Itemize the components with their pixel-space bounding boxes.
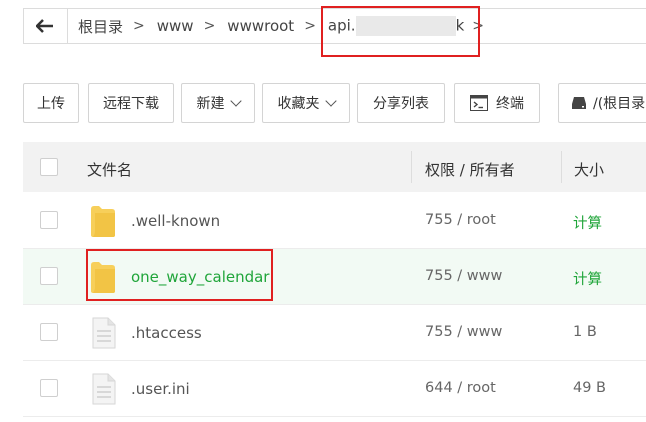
highlight-box: [321, 6, 480, 57]
breadcrumb-item-www[interactable]: www: [157, 17, 194, 35]
file-name[interactable]: .well-known: [131, 212, 220, 230]
file-icon: [92, 317, 116, 349]
chevron-right-icon: >: [133, 18, 145, 34]
arrow-left-icon: [36, 19, 53, 33]
hard-drive-icon: [572, 97, 586, 109]
calculate-size-link[interactable]: 计算: [573, 268, 602, 289]
new-label: 新建: [196, 96, 225, 112]
share-list-label: 分享列表: [373, 96, 429, 112]
permission-owner[interactable]: 755 / root: [425, 212, 496, 228]
column-header-size[interactable]: 大小: [574, 159, 604, 180]
disk-button[interactable]: /(根目录: [558, 83, 646, 123]
column-divider: [411, 151, 412, 183]
row-checkbox[interactable]: [40, 267, 58, 285]
calculate-size-link[interactable]: 计算: [573, 212, 602, 233]
remote-download-button[interactable]: 远程下载: [88, 83, 174, 123]
select-all-checkbox[interactable]: [40, 158, 58, 176]
share-list-button[interactable]: 分享列表: [357, 83, 445, 123]
new-button[interactable]: 新建: [181, 83, 255, 123]
breadcrumb-item-root[interactable]: 根目录: [78, 16, 123, 37]
column-divider: [561, 151, 562, 183]
table-row[interactable]: [23, 361, 646, 417]
column-header-permission[interactable]: 权限 / 所有者: [425, 159, 515, 180]
table-row[interactable]: [23, 193, 646, 249]
favorites-label: 收藏夹: [277, 96, 320, 112]
disk-label: /(根目录: [593, 96, 646, 112]
terminal-button[interactable]: 终端: [454, 83, 540, 123]
terminal-icon: [470, 95, 488, 111]
remote-download-label: 远程下载: [103, 96, 159, 112]
terminal-label: 终端: [496, 96, 524, 112]
file-name[interactable]: .htaccess: [131, 324, 202, 342]
folder-icon: [91, 206, 115, 237]
chevron-down-icon: [229, 94, 242, 107]
highlight-box: [86, 249, 273, 301]
chevron-down-icon: [324, 94, 337, 107]
back-button[interactable]: [23, 8, 68, 44]
permission-owner[interactable]: 644 / root: [425, 380, 496, 396]
file-size: 1 B: [573, 324, 597, 340]
table-row[interactable]: [23, 305, 646, 361]
chevron-right-icon: >: [203, 18, 216, 34]
file-size: 49 B: [573, 380, 607, 396]
row-checkbox[interactable]: [40, 379, 58, 397]
row-checkbox[interactable]: [40, 211, 58, 229]
file-name[interactable]: .user.ini: [131, 380, 190, 398]
file-icon: [92, 373, 116, 405]
upload-button[interactable]: 上传: [23, 83, 79, 123]
upload-label: 上传: [37, 96, 65, 112]
chevron-right-icon: >: [304, 18, 316, 34]
column-header-filename[interactable]: 文件名: [87, 159, 132, 180]
breadcrumb-item-wwwroot[interactable]: wwwroot: [227, 17, 294, 35]
favorites-button[interactable]: 收藏夹: [262, 83, 350, 123]
permission-owner[interactable]: 755 / www: [425, 268, 502, 284]
row-checkbox[interactable]: [40, 323, 58, 341]
permission-owner[interactable]: 755 / www: [425, 324, 502, 340]
